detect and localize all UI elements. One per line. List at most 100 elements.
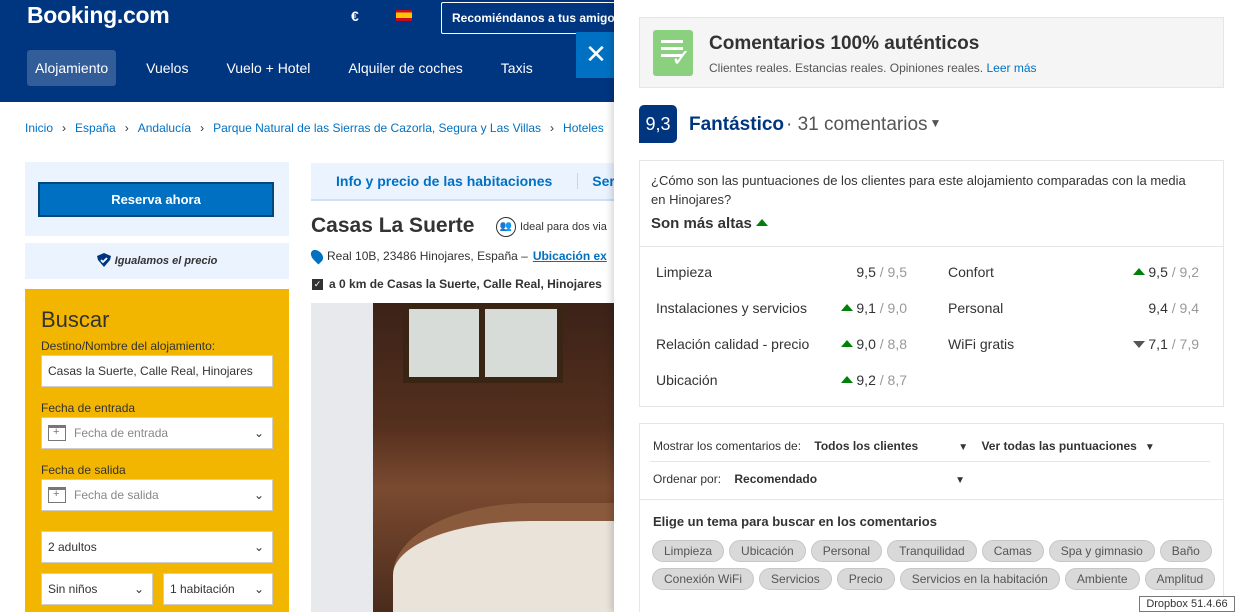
topic-chips: Limpieza Ubicación Personal Tranquilidad…	[652, 540, 1217, 590]
caret-down-icon: ▼	[929, 116, 942, 130]
authentic-title: Comentarios 100% auténticos	[709, 33, 980, 54]
review-filters: Mostrar los comentarios de: Todos los cl…	[639, 423, 1224, 612]
caret-down-icon: ▼	[1144, 442, 1155, 453]
rooms-select[interactable]: 1 habitación ⌄	[163, 573, 273, 605]
nav-taxis[interactable]: Taxis	[493, 50, 541, 86]
reviews-panel: Comentarios 100% auténticos Clientes rea…	[614, 0, 1248, 612]
calendar-icon	[48, 487, 66, 503]
checkout-label: Fecha de salida	[41, 463, 126, 477]
couple-icon: 👥	[496, 217, 516, 237]
topic-chip[interactable]: Camas	[981, 540, 1044, 562]
category-name: Instalaciones y servicios	[656, 300, 807, 316]
distance-info: ✓ a 0 km de Casas la Suerte, Calle Real,…	[312, 277, 602, 291]
caret-down-icon: ▼	[958, 442, 969, 453]
category-name: Confort	[948, 264, 994, 280]
topic-chip[interactable]: Ubicación	[729, 540, 806, 562]
checkin-field[interactable]: Fecha de entrada ⌄	[41, 417, 273, 449]
breadcrumb-andalucia[interactable]: Andalucía	[138, 121, 191, 135]
spain-flag-icon[interactable]	[396, 10, 412, 21]
read-more-link[interactable]: Leer más	[986, 61, 1036, 75]
hotel-address: Real 10B, 23486 Hinojares, España – Ubic…	[308, 247, 607, 265]
verified-checklist-icon	[653, 30, 693, 76]
topic-chip[interactable]: Servicios en la habitación	[899, 568, 1060, 590]
category-name: Limpieza	[656, 264, 713, 280]
breadcrumb-espana[interactable]: España	[75, 121, 116, 135]
price-match-box[interactable]: Igualamos el precio	[25, 243, 289, 279]
main-nav: Alojamiento Vuelos Vuelo + Hotel Alquile…	[27, 50, 563, 86]
children-select[interactable]: Sin niños ⌄	[41, 573, 153, 605]
checkout-field[interactable]: Fecha de salida ⌄	[41, 479, 273, 511]
caret-down-icon: ▼	[955, 475, 965, 486]
reserve-box: Reserva ahora	[25, 162, 289, 236]
chevron-right-icon: ›	[62, 121, 67, 135]
reserve-now-button[interactable]: Reserva ahora	[38, 182, 274, 217]
booking-logo[interactable]: Booking.com	[27, 2, 170, 29]
topic-chip[interactable]: Conexión WiFi	[652, 568, 755, 590]
nav-vuelo-hotel[interactable]: Vuelo + Hotel	[218, 50, 318, 86]
category-score: 9,2 / 8,7	[817, 372, 907, 388]
chevron-right-icon: ›	[124, 121, 129, 135]
nav-alquiler-coches[interactable]: Alquiler de coches	[340, 50, 470, 86]
topic-chip[interactable]: Limpieza	[652, 540, 725, 562]
search-panel: Buscar Destino/Nombre del alojamiento: C…	[25, 289, 289, 612]
chevron-right-icon: ›	[200, 121, 205, 135]
map-pin-icon	[308, 247, 326, 265]
topic-chip[interactable]: Ambiente	[1064, 568, 1140, 590]
topic-chip[interactable]: Spa y gimnasio	[1048, 540, 1155, 562]
ideal-for-badge: 👥 Ideal para dos via	[496, 217, 607, 237]
topic-chip[interactable]: Amplitud	[1144, 568, 1216, 590]
authentic-subtitle: Clientes reales. Estancias reales. Opini…	[709, 61, 1037, 75]
category-name: Relación calidad - precio	[656, 336, 810, 352]
breadcrumb-inicio[interactable]: Inicio	[25, 121, 53, 135]
nav-vuelos[interactable]: Vuelos	[138, 50, 196, 86]
close-panel-button[interactable]: ✕	[576, 32, 616, 78]
property-tabs: Info y precio de las habitaciones Serv	[311, 163, 623, 201]
breadcrumb-hoteles[interactable]: Hoteles	[563, 121, 604, 135]
shield-check-icon	[96, 252, 111, 270]
adults-select[interactable]: 2 adultos ⌄	[41, 531, 273, 563]
chevron-down-icon: ⌄	[253, 488, 264, 502]
review-score-badge: 9,3	[639, 105, 677, 143]
authentic-reviews-banner: Comentarios 100% auténticos Clientes rea…	[639, 17, 1224, 88]
tab-info-precio[interactable]: Info y precio de las habitaciones	[311, 173, 577, 189]
topic-chip[interactable]: Baño	[1159, 540, 1212, 562]
breadcrumb: Inicio › España › Andalucía › Parque Natural d…	[25, 121, 604, 135]
nav-alojamiento[interactable]: Alojamiento	[27, 50, 117, 86]
hotel-photo[interactable]	[311, 303, 616, 612]
show-reviews-dropdown[interactable]: Todos los clientes ▼	[804, 439, 968, 453]
sort-filter: Ordenar por: Recomendado ▼	[653, 472, 965, 486]
breadcrumb-parque[interactable]: Parque Natural de las Sierras de Cazorla…	[213, 121, 541, 135]
scores-dropdown[interactable]: Ver todas las puntuaciones ▼	[971, 439, 1154, 453]
sort-dropdown[interactable]: Recomendado ▼	[724, 472, 965, 486]
review-count-dropdown[interactable]: · 31 comentarios ▼	[786, 114, 941, 136]
category-name: Ubicación	[656, 372, 718, 388]
category-name: Personal	[948, 300, 1004, 316]
category-score: 9,5 / 9,5	[856, 264, 907, 280]
currency-selector[interactable]: €	[351, 8, 359, 24]
destination-input[interactable]: Casas la Suerte, Calle Real, Hinojares	[41, 355, 273, 387]
category-score: 7,1 / 7,9	[1109, 336, 1199, 352]
hotel-title: Casas La Suerte	[311, 214, 475, 237]
search-title: Buscar	[41, 307, 110, 332]
category-score: 9,0 / 8,8	[817, 336, 907, 352]
recommend-button[interactable]: Recomiéndanos a tus amigos	[441, 2, 631, 34]
location-link[interactable]: Ubicación ex	[533, 249, 607, 263]
category-name: WiFi gratis	[948, 336, 1015, 352]
comparison-question: ¿Cómo son las puntuaciones de los client…	[651, 173, 1186, 207]
topic-chip[interactable]: Precio	[836, 568, 895, 590]
topic-chip[interactable]: Personal	[810, 540, 883, 562]
score-comparison-box: ¿Cómo son las puntuaciones de los client…	[639, 160, 1224, 407]
comparison-answer: Son más altas	[651, 215, 769, 232]
price-match-label: Igualamos el precio	[114, 255, 218, 267]
arrow-up-icon	[1132, 268, 1145, 275]
checkmark-icon: ✓	[312, 278, 323, 290]
arrow-up-icon	[840, 304, 853, 311]
arrow-up-icon	[840, 340, 853, 347]
topic-chip[interactable]: Tranquilidad	[887, 540, 977, 562]
topic-chip[interactable]: Servicios	[759, 568, 832, 590]
close-icon: ✕	[585, 39, 607, 69]
topics-title: Elige un tema para buscar en los comenta…	[653, 514, 937, 529]
chevron-down-icon: ⌄	[253, 540, 264, 554]
chevron-down-icon: ⌄	[253, 426, 264, 440]
score-word: Fantástico	[689, 114, 785, 135]
